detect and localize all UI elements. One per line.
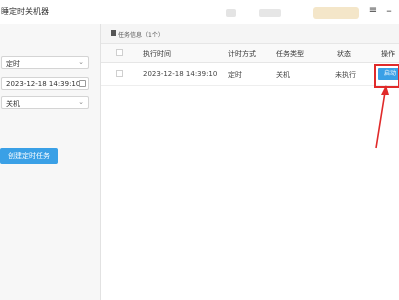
task-type-value: 关机 xyxy=(6,100,20,108)
blurred-toolbar-badge xyxy=(313,7,359,19)
column-status: 状态 xyxy=(337,50,351,58)
hamburger-menu-icon[interactable]: ≡ xyxy=(366,4,380,18)
cell-exec-time: 2023-12-18 14:39:10 xyxy=(143,70,218,78)
cell-status: 未执行 xyxy=(335,71,356,79)
datetime-field[interactable]: 2023-12-18 14:39:10 xyxy=(1,77,89,90)
chevron-down-icon: ⌄ xyxy=(78,98,84,106)
row-checkbox[interactable] xyxy=(116,70,123,77)
timing-mode-value: 定时 xyxy=(6,60,20,68)
task-type-select[interactable]: 关机 ⌄ xyxy=(1,96,89,109)
calendar-icon[interactable] xyxy=(79,80,86,87)
task-panel: 任务信息（1个） 执行时间 计时方式 任务类型 状态 操作 2023-12-18… xyxy=(101,24,399,300)
task-info-header: 任务信息（1个） xyxy=(101,24,399,44)
title-bar: 睡定时关机器 ≡ – xyxy=(0,0,399,24)
table-row: 2023-12-18 14:39:10 定时 关机 未执行 启动 xyxy=(101,63,399,86)
blurred-toolbar-item xyxy=(259,9,281,17)
datetime-value: 2023-12-18 14:39:10 xyxy=(6,80,81,88)
cell-task-type: 关机 xyxy=(276,71,290,79)
app-title: 睡定时关机器 xyxy=(1,7,49,16)
create-task-button[interactable]: 创建定时任务 xyxy=(0,148,58,164)
column-timing-mode: 计时方式 xyxy=(228,50,256,58)
document-icon xyxy=(111,30,116,36)
start-task-button[interactable]: 启动 xyxy=(378,68,399,80)
select-all-checkbox[interactable] xyxy=(116,49,123,56)
task-info-label: 任务信息（1个） xyxy=(118,32,164,39)
table-header: 执行时间 计时方式 任务类型 状态 操作 xyxy=(101,44,399,63)
chevron-down-icon: ⌄ xyxy=(78,58,84,66)
column-exec-time: 执行时间 xyxy=(143,50,171,58)
left-panel: 定时 ⌄ 2023-12-18 14:39:10 关机 ⌄ 创建定时任务 xyxy=(0,24,101,300)
column-action: 操作 xyxy=(381,50,395,58)
column-task-type: 任务类型 xyxy=(276,50,304,58)
minimize-icon[interactable]: – xyxy=(382,4,396,18)
cell-timing-mode: 定时 xyxy=(228,71,242,79)
blurred-toolbar-icon xyxy=(226,9,236,17)
timing-mode-select[interactable]: 定时 ⌄ xyxy=(1,56,89,69)
